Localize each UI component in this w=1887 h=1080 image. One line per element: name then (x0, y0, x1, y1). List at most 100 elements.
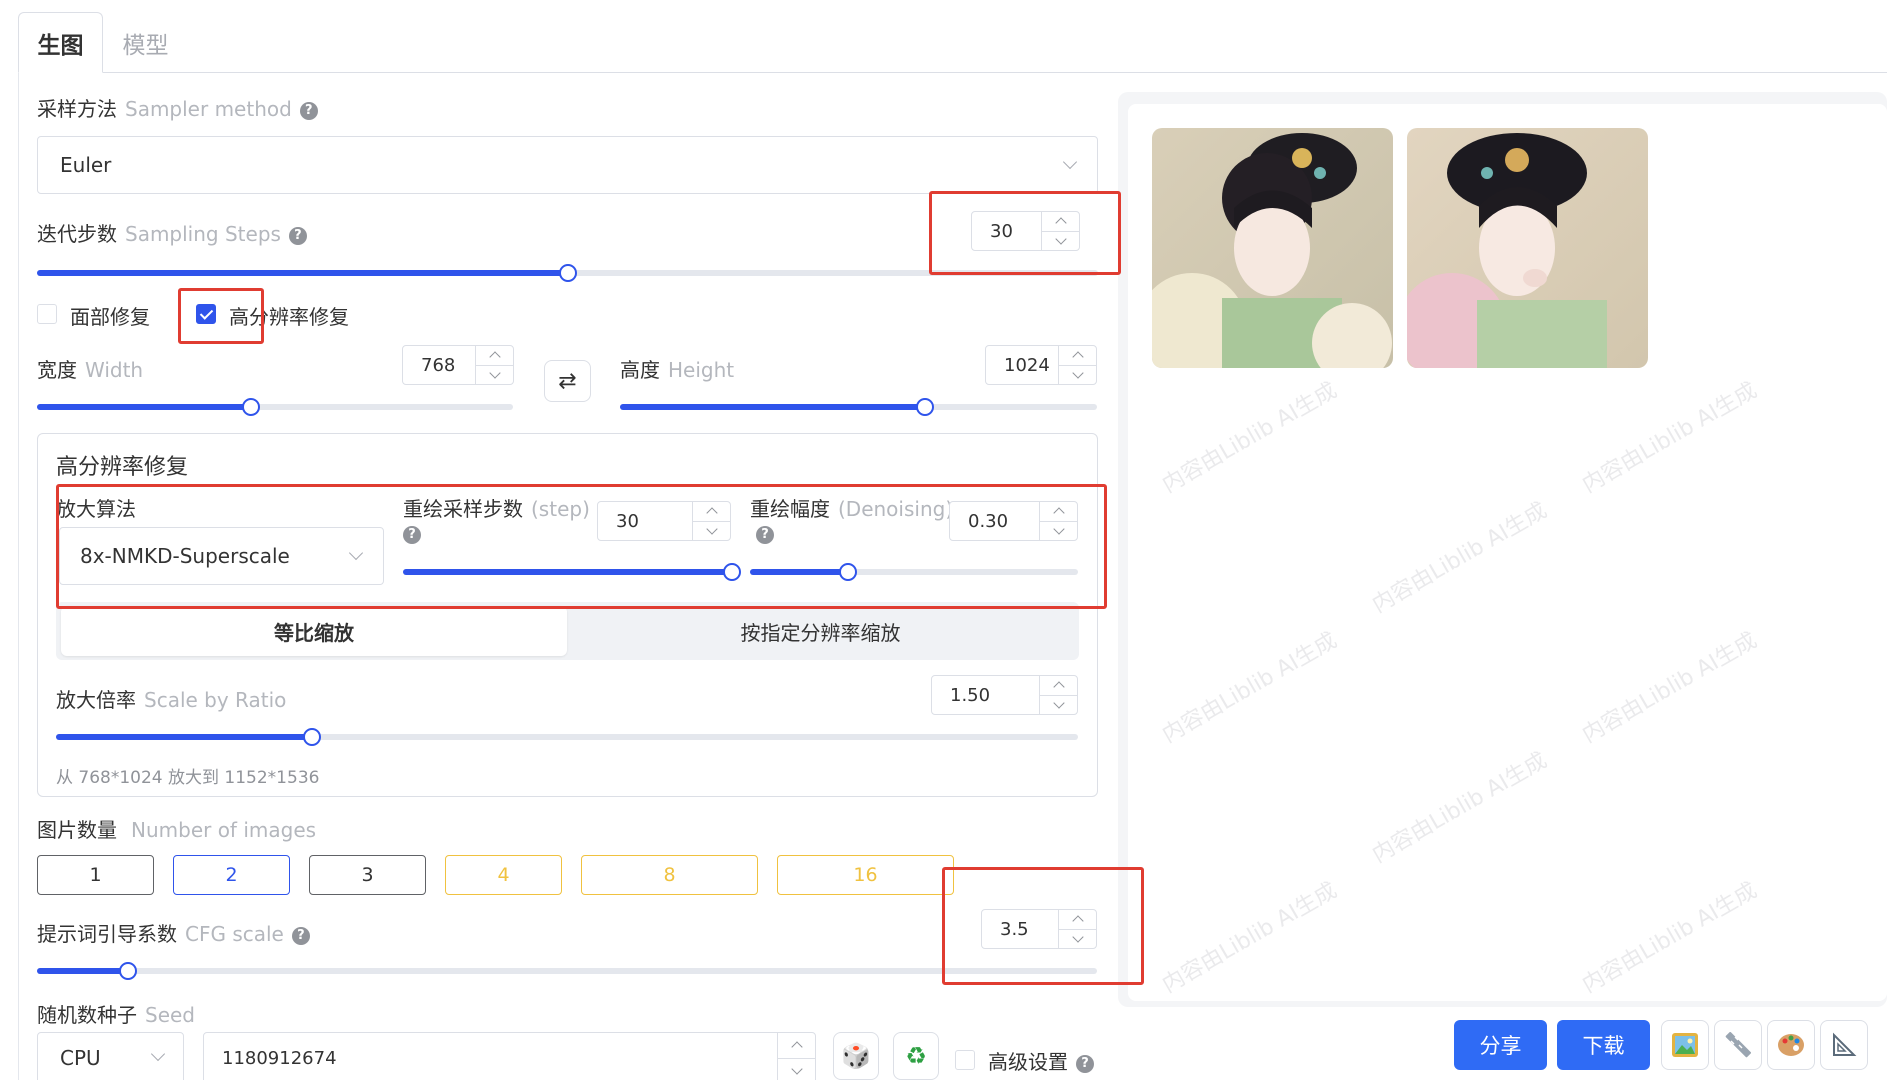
random-seed-button[interactable]: 🎲 (833, 1032, 879, 1080)
chevron-down-icon (150, 1046, 166, 1062)
hires-fix-title: 高分辨率修复 (56, 455, 189, 480)
image-count-option[interactable]: 2 (173, 855, 290, 895)
decrement-icon[interactable] (778, 1059, 815, 1080)
width-label-cn: 宽度 (37, 358, 77, 382)
increment-icon[interactable] (476, 346, 513, 366)
scale-mode-ratio[interactable]: 等比缩放 (61, 606, 567, 656)
height-slider-handle[interactable] (916, 398, 935, 416)
scale-label-cn: 放大倍率 (56, 688, 136, 712)
steps-slider-fill (37, 270, 568, 276)
decrement-icon[interactable] (1059, 366, 1096, 385)
height-slider-fill (620, 404, 926, 410)
width-slider-fill (37, 404, 252, 410)
help-icon[interactable]: ? (291, 927, 310, 945)
sampler-label-cn: 采样方法 (37, 97, 117, 121)
width-slider[interactable] (37, 398, 513, 416)
swap-arrows-icon: ⇄ (558, 368, 577, 394)
triangle-ruler-icon (1833, 1032, 1857, 1056)
scale-result-hint: 从 768*1024 放大到 1152*1536 (56, 768, 320, 788)
steps-label-cn: 迭代步数 (37, 222, 117, 246)
sampler-select[interactable]: Euler (37, 136, 1098, 194)
scale-value: 1.50 (950, 684, 991, 706)
advanced-settings-label: 高级设置? (988, 1046, 1094, 1075)
help-icon[interactable]: ? (299, 102, 318, 120)
height-value: 1024 (1004, 354, 1050, 376)
scale-slider-handle[interactable] (302, 728, 321, 746)
images-label-en: Number of images (131, 818, 317, 842)
portrait-image (1407, 128, 1648, 368)
dice-icon: 🎲 (841, 1042, 871, 1070)
help-icon[interactable]: ? (288, 227, 307, 245)
steps-slider-handle[interactable] (558, 264, 577, 282)
send-to-extras-button[interactable] (1820, 1020, 1868, 1070)
chevron-down-icon (1062, 154, 1078, 170)
share-button[interactable]: 分享 (1454, 1020, 1547, 1070)
seed-input[interactable]: 1180912674 (203, 1032, 816, 1080)
cfg-slider-fill (37, 968, 129, 974)
highlight-hires-params (56, 484, 1107, 609)
advanced-settings-checkbox[interactable] (955, 1050, 975, 1070)
image-count-option[interactable]: 8 (581, 855, 758, 895)
height-slider[interactable] (620, 398, 1097, 416)
panel-left-border (18, 72, 19, 1080)
increment-icon[interactable] (1040, 676, 1077, 696)
ruler-icon (1725, 1032, 1751, 1058)
download-button[interactable]: 下载 (1557, 1020, 1650, 1070)
scale-slider[interactable] (56, 728, 1078, 746)
increment-icon[interactable] (1059, 346, 1096, 366)
advanced-settings-text: 高级设置 (988, 1050, 1068, 1074)
decrement-icon[interactable] (1040, 696, 1077, 715)
swap-dimensions-button[interactable]: ⇄ (544, 360, 591, 402)
height-label: 高度 Height (620, 354, 734, 383)
increment-icon[interactable] (778, 1033, 815, 1059)
width-slider-handle[interactable] (242, 398, 261, 416)
scale-mode-resolution[interactable]: 按指定分辨率缩放 (567, 606, 1074, 656)
images-label-cn: 图片数量 (37, 818, 117, 842)
seed-value: 1180912674 (222, 1047, 337, 1069)
device-value: CPU (60, 1046, 101, 1070)
reuse-seed-button[interactable]: ♻ (893, 1032, 939, 1080)
face-fix-checkbox[interactable] (37, 304, 57, 324)
send-to-sketch-button[interactable] (1767, 1020, 1815, 1070)
device-select[interactable]: CPU (37, 1032, 184, 1080)
recycle-icon: ♻ (905, 1042, 927, 1070)
height-label-en: Height (668, 358, 735, 382)
seed-label-en: Seed (145, 1003, 195, 1027)
help-icon[interactable]: ? (1076, 1055, 1094, 1073)
height-input[interactable]: 1024 (985, 345, 1097, 385)
width-label: 宽度 Width (37, 354, 143, 383)
portrait-image (1152, 128, 1393, 368)
images-label: 图片数量 Number of images (37, 814, 316, 843)
width-label-en: Width (85, 358, 144, 382)
image-count-option[interactable]: 16 (777, 855, 954, 895)
picture-icon (1672, 1033, 1698, 1057)
tabbar-divider (18, 72, 1887, 73)
tab-model[interactable]: 模型 (108, 12, 183, 73)
highlight-hires-checkbox (178, 288, 264, 344)
scale-label-en: Scale by Ratio (144, 688, 287, 712)
image-count-option[interactable]: 4 (445, 855, 562, 895)
send-to-img2img-button[interactable] (1661, 1020, 1709, 1070)
seed-label-cn: 随机数种子 (37, 1003, 137, 1027)
cfg-label-cn: 提示词引导系数 (37, 922, 177, 946)
cfg-slider-handle[interactable] (119, 962, 138, 980)
send-to-inpaint-button[interactable] (1714, 1020, 1762, 1070)
generated-image-thumbnail[interactable] (1152, 128, 1393, 368)
seed-label: 随机数种子 Seed (37, 999, 195, 1028)
scale-slider-fill (56, 734, 312, 740)
sampler-value: Euler (60, 153, 112, 177)
steps-label: 迭代步数 Sampling Steps? (37, 218, 307, 247)
decrement-icon[interactable] (476, 366, 513, 385)
steps-label-en: Sampling Steps (125, 222, 281, 246)
image-count-option[interactable]: 3 (309, 855, 426, 895)
cfg-label: 提示词引导系数 CFG scale? (37, 918, 310, 947)
width-input[interactable]: 768 (402, 345, 514, 385)
cfg-slider[interactable] (37, 962, 1097, 980)
width-value: 768 (421, 354, 456, 376)
image-count-option[interactable]: 1 (37, 855, 154, 895)
face-fix-label: 面部修复 (70, 305, 150, 329)
highlight-steps (929, 191, 1121, 275)
scale-input[interactable]: 1.50 (931, 675, 1078, 715)
generated-image-thumbnail[interactable] (1407, 128, 1648, 368)
tab-generate[interactable]: 生图 (18, 12, 103, 73)
